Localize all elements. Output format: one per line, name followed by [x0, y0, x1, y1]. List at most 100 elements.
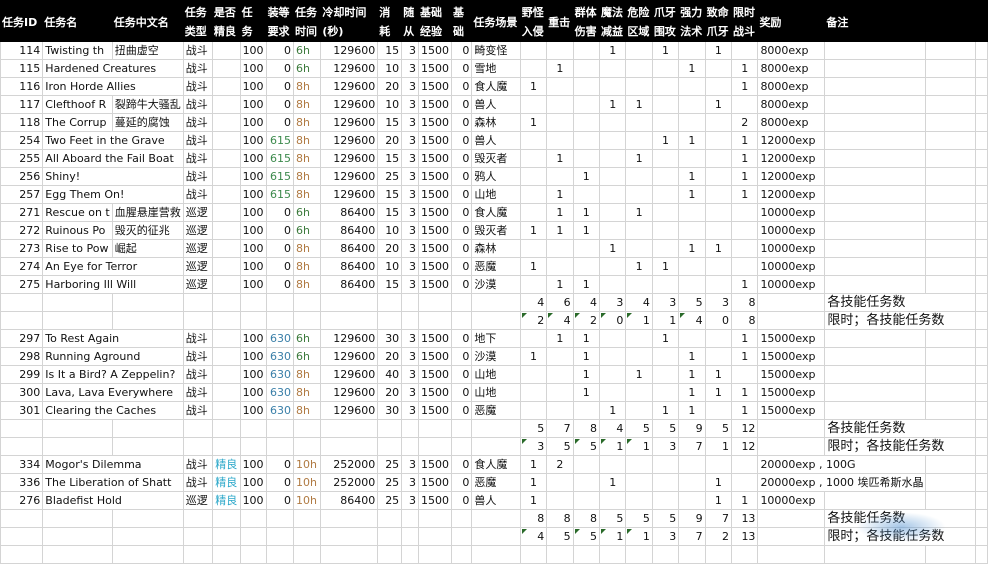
cell-scene[interactable]: 山地 — [471, 365, 521, 384]
cell-base[interactable]: 0 — [451, 221, 473, 240]
cell-skill-count[interactable]: 5 — [572, 527, 601, 546]
cell-empty[interactable] — [182, 509, 213, 528]
cell-skill[interactable] — [678, 41, 706, 60]
cell-skill[interactable]: 1 — [651, 41, 680, 60]
cell-empty[interactable] — [974, 77, 988, 96]
cell-empty[interactable] — [111, 419, 184, 438]
cell-skill-count[interactable]: 12 — [731, 419, 759, 438]
cell-empty[interactable] — [974, 365, 988, 384]
cell-skill-count[interactable]: 3 — [519, 437, 548, 456]
cell-reward[interactable]: 12000exp — [757, 149, 826, 168]
cell-skill[interactable] — [678, 113, 706, 132]
cell-skill[interactable]: 1 — [625, 365, 653, 384]
header-aoe-damage[interactable]: 群体 — [572, 0, 601, 23]
cell-skill-count[interactable]: 2 — [704, 527, 733, 546]
cell-skill[interactable]: 1 — [678, 239, 706, 258]
cell-empty[interactable] — [182, 437, 213, 456]
cell-skill[interactable]: 1 — [651, 131, 680, 150]
cell-skill[interactable]: 1 — [625, 203, 653, 222]
cell-empty[interactable] — [320, 509, 379, 528]
cell-notes[interactable] — [824, 221, 927, 240]
cell-base[interactable]: 0 — [451, 329, 473, 348]
cell-empty[interactable] — [451, 437, 473, 456]
cell-task-id[interactable]: 275 — [0, 275, 44, 294]
cell-task-cn-name[interactable]: 扭曲虚空 — [111, 41, 184, 60]
cell-skill[interactable] — [651, 239, 680, 258]
cell-task[interactable]: 100 — [239, 41, 267, 60]
cell-skill[interactable]: 1 — [731, 401, 759, 420]
cell-skill[interactable] — [651, 113, 680, 132]
cell-empty[interactable] — [925, 401, 976, 420]
cell-skill[interactable]: 1 — [625, 257, 653, 276]
cell-task[interactable]: 100 — [239, 221, 267, 240]
cell-consume[interactable]: 25 — [377, 473, 403, 492]
cell-skill[interactable] — [519, 59, 548, 78]
cell-empty[interactable] — [401, 527, 420, 546]
cell-task[interactable]: 100 — [239, 167, 267, 186]
cell-base[interactable]: 0 — [451, 59, 473, 78]
cell-cooldown[interactable]: 86400 — [320, 203, 379, 222]
table-row[interactable]: 255 All Aboard the Fail Boat 战斗 100 615 8h 129… — [0, 149, 988, 168]
cell-empty[interactable] — [925, 383, 976, 402]
cell-skill[interactable]: 1 — [731, 275, 759, 294]
cell-empty[interactable] — [0, 509, 44, 528]
cell-cooldown[interactable]: 129600 — [320, 113, 379, 132]
cell-task-id[interactable]: 297 — [0, 329, 44, 348]
cell-empty[interactable] — [974, 257, 988, 276]
cell-follower[interactable]: 3 — [401, 257, 420, 276]
cell-skill[interactable] — [598, 455, 627, 474]
cell-empty[interactable] — [974, 221, 988, 240]
cell-empty[interactable] — [265, 527, 294, 546]
cell-cooldown[interactable]: 129600 — [320, 185, 379, 204]
cell-cooldown[interactable]: 86400 — [320, 491, 379, 510]
cell-consume[interactable]: 20 — [377, 77, 403, 96]
cell-task-type[interactable]: 战斗 — [182, 473, 213, 492]
cell-skill-count[interactable]: 2 — [572, 311, 601, 330]
cell-scene[interactable]: 毁灭者 — [471, 221, 521, 240]
cell-skill-count[interactable]: 5 — [704, 419, 733, 438]
cell-base-exp[interactable]: 1500 — [418, 167, 453, 186]
cell-base[interactable]: 0 — [451, 347, 473, 366]
cell-empty[interactable] — [546, 545, 574, 564]
header-powerful-spell[interactable]: 强力 — [678, 0, 706, 23]
cell-empty[interactable] — [925, 491, 976, 510]
cell-skill-count[interactable]: 4 — [625, 293, 653, 312]
cell-skill[interactable] — [704, 401, 733, 420]
cell-empty[interactable] — [418, 509, 453, 528]
table-row[interactable]: 254 Two Feet in the Grave 战斗 100 615 8h 129600… — [0, 131, 988, 150]
cell-task-id[interactable]: 299 — [0, 365, 44, 384]
header-cooldown[interactable]: 冷却时间 — [320, 0, 379, 23]
cell-empty[interactable] — [974, 383, 988, 402]
cell-empty[interactable] — [401, 437, 420, 456]
cell-skill[interactable] — [598, 77, 627, 96]
cell-task-name[interactable]: Bladefist Hold — [42, 491, 184, 510]
cell-skill[interactable] — [572, 473, 601, 492]
cell-follower[interactable]: 3 — [401, 365, 420, 384]
cell-skill[interactable]: 1 — [625, 95, 653, 114]
cell-skill-count[interactable]: 1 — [625, 527, 653, 546]
cell-empty[interactable] — [625, 545, 653, 564]
cell-skill[interactable]: 1 — [704, 473, 733, 492]
cell-skill[interactable] — [651, 455, 680, 474]
cell-skill-count[interactable]: 3 — [598, 293, 627, 312]
cell-skill[interactable] — [546, 167, 574, 186]
cell-skill[interactable] — [598, 59, 627, 78]
cell-empty[interactable] — [974, 347, 988, 366]
cell-skill[interactable] — [519, 401, 548, 420]
cell-empty[interactable] — [757, 545, 826, 564]
cell-skill[interactable] — [704, 59, 733, 78]
cell-task-time[interactable]: 8h — [292, 401, 322, 420]
cell-gear-req[interactable]: 0 — [265, 95, 294, 114]
cell-follower[interactable]: 3 — [401, 185, 420, 204]
cell-skill[interactable] — [519, 275, 548, 294]
header-reward[interactable]: 奖励 — [757, 0, 826, 42]
cell-cooldown[interactable]: 129600 — [320, 329, 379, 348]
cell-skill[interactable] — [731, 203, 759, 222]
cell-skill[interactable]: 1 — [704, 365, 733, 384]
cell-skill-count[interactable]: 1 — [625, 437, 653, 456]
cell-skill[interactable]: 1 — [625, 149, 653, 168]
cell-notes[interactable] — [824, 149, 927, 168]
cell-skill[interactable]: 2 — [546, 455, 574, 474]
cell-base[interactable]: 0 — [451, 239, 473, 258]
cell-empty[interactable] — [925, 149, 976, 168]
